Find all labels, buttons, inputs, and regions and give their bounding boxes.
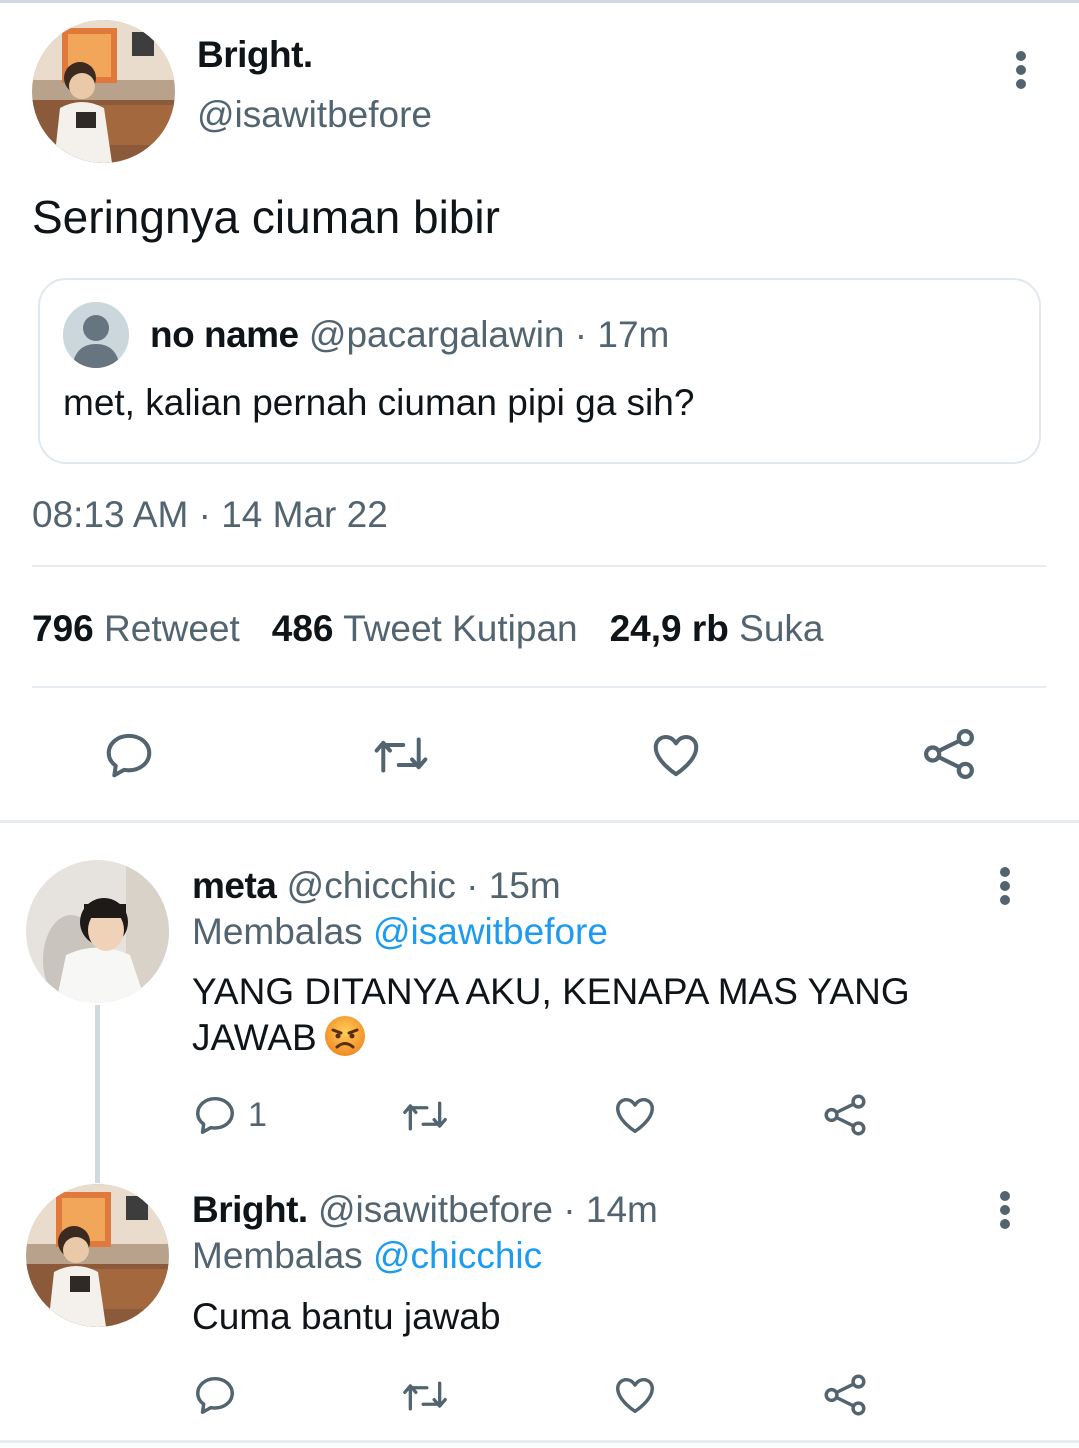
replying-to: Membalas @chicchic <box>192 1235 542 1277</box>
tweet-text: Seringnya ciuman bibir <box>32 191 500 243</box>
retweet-icon[interactable] <box>398 1374 452 1423</box>
reply-text-line: JAWAB <box>192 1017 317 1058</box>
like-icon[interactable] <box>612 1372 658 1423</box>
reply-meta: Bright. @isawitbefore · 14m <box>192 1189 658 1231</box>
likes-count: 24,9 rb <box>609 608 729 649</box>
reply-author-name[interactable]: Bright. <box>192 1189 308 1230</box>
reply-text-line: YANG DITANYA AKU, KENAPA MAS YANG <box>192 971 910 1012</box>
top-border <box>0 0 1079 3</box>
retweets-stat[interactable]: 796 Retweet <box>32 608 240 649</box>
more-options-icon[interactable] <box>992 1188 1018 1232</box>
quoted-tweet-card[interactable]: no name @pacargalawin · 17m met, kalian … <box>38 278 1041 464</box>
reply-time: 15m <box>488 865 561 906</box>
more-options-icon[interactable] <box>1008 48 1034 92</box>
reply-avatar[interactable] <box>26 860 169 1003</box>
like-icon[interactable] <box>648 728 704 787</box>
more-options-icon[interactable] <box>992 864 1018 908</box>
like-icon[interactable] <box>612 1092 658 1143</box>
default-avatar-icon <box>63 302 129 368</box>
quoted-tweet-time: 17m <box>597 314 670 355</box>
share-icon[interactable] <box>822 1372 868 1423</box>
reply-icon[interactable] <box>102 728 156 787</box>
divider <box>32 565 1046 567</box>
reply-time: 14m <box>585 1189 658 1230</box>
share-icon[interactable] <box>920 726 978 787</box>
retweets-label: Retweet <box>104 608 240 649</box>
reply-avatar[interactable] <box>26 1184 169 1327</box>
replying-mention[interactable]: @isawitbefore <box>373 911 608 952</box>
author-handle[interactable]: @isawitbefore <box>197 94 432 136</box>
meta-separator: · <box>574 314 588 355</box>
quotes-stat[interactable]: 486 Tweet Kutipan <box>272 608 578 649</box>
replying-to: Membalas @isawitbefore <box>192 911 608 953</box>
likes-label: Suka <box>739 608 824 649</box>
reply-author-handle[interactable]: @isawitbefore <box>318 1189 553 1230</box>
author-avatar[interactable] <box>32 20 175 163</box>
reply-count: 1 <box>248 1096 267 1134</box>
divider <box>32 686 1046 688</box>
reply-text: Cuma bantu jawab <box>192 1296 501 1337</box>
meta-separator: · <box>563 1189 576 1230</box>
quoted-author-name: no name <box>150 314 299 355</box>
retweet-icon[interactable] <box>398 1094 452 1143</box>
replying-mention[interactable]: @chicchic <box>373 1235 542 1276</box>
reply-author-name[interactable]: meta <box>192 865 277 906</box>
quoted-tweet-meta: no name @pacargalawin · 17m <box>150 314 669 356</box>
reply-text: YANG DITANYA AKU, KENAPA MAS YANG JAWAB <box>192 970 910 1060</box>
meta-separator: · <box>466 865 479 906</box>
quoted-author-handle: @pacargalawin <box>308 314 565 355</box>
likes-stat[interactable]: 24,9 rb Suka <box>610 608 824 649</box>
retweets-count: 796 <box>32 608 94 649</box>
share-icon[interactable] <box>822 1092 868 1143</box>
bottom-separator <box>0 1440 1079 1443</box>
reply-author-handle[interactable]: @chicchic <box>287 865 456 906</box>
tweet-stats: 796 Retweet 486 Tweet Kutipan 24,9 rb Suka <box>32 608 824 650</box>
quotes-count: 486 <box>271 608 334 649</box>
angry-face-emoji <box>323 1014 367 1058</box>
section-separator <box>0 820 1079 823</box>
author-name[interactable]: Bright. <box>197 34 313 76</box>
thread-line <box>95 1005 100 1183</box>
replying-label: Membalas <box>192 911 363 952</box>
quotes-label: Tweet Kutipan <box>343 608 578 649</box>
reply-icon[interactable] <box>192 1372 238 1423</box>
replying-label: Membalas <box>192 1235 363 1276</box>
reply-icon[interactable] <box>192 1092 238 1143</box>
tweet-timestamp: 08:13 AM · 14 Mar 22 <box>32 494 388 535</box>
quoted-tweet-text: met, kalian pernah ciuman pipi ga sih? <box>63 382 695 423</box>
retweet-icon[interactable] <box>370 728 432 787</box>
reply-meta: meta @chicchic · 15m <box>192 865 561 907</box>
